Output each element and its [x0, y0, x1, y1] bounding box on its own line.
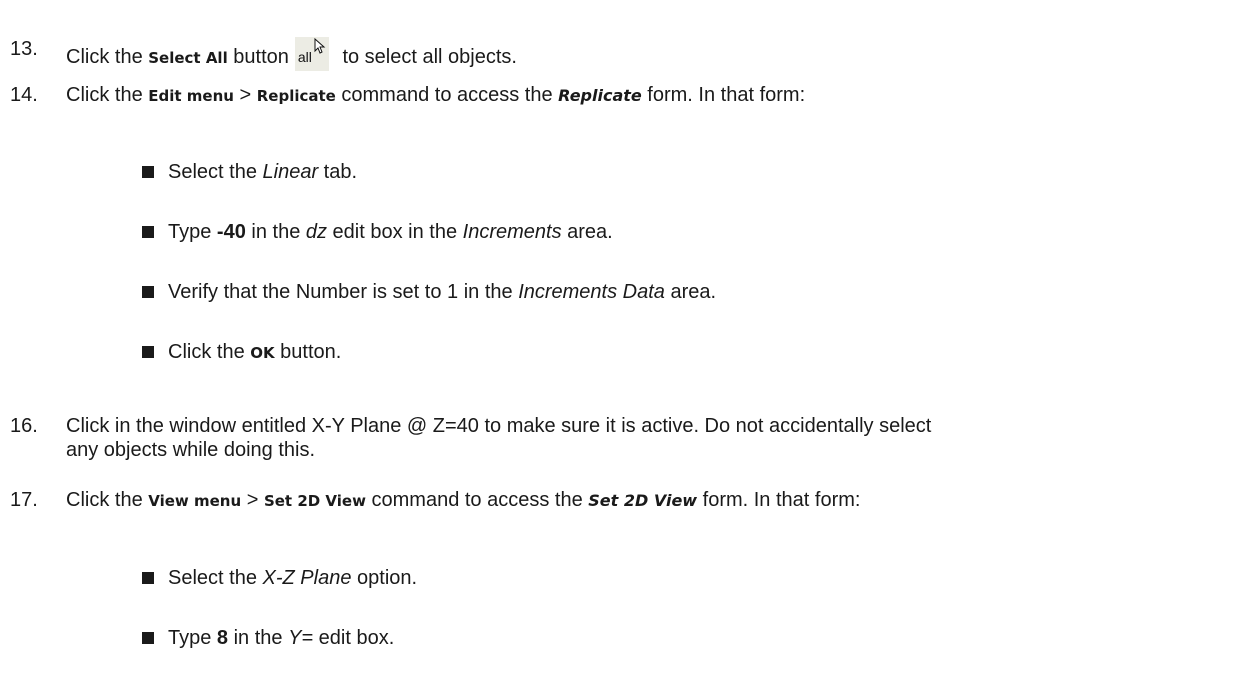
bullet-icon	[142, 166, 154, 178]
select-all-icon: all	[294, 37, 329, 71]
bullet-icon	[142, 632, 154, 644]
form-name: Replicate	[558, 86, 642, 105]
step-number: 17.	[10, 489, 38, 511]
step-13: 13. Click the Select All button all to se…	[0, 37, 1242, 77]
menu-name: View menu	[148, 492, 242, 510]
bullet-icon	[142, 572, 154, 584]
command-name: Select All	[148, 49, 228, 67]
command-name: Replicate	[256, 87, 336, 105]
menu-name: Edit menu	[148, 87, 234, 105]
step-number: 13.	[10, 38, 38, 60]
bullet-icon	[142, 346, 154, 358]
step-number: 14.	[10, 84, 38, 106]
step-number: 16.	[10, 415, 38, 437]
form-name: Set 2D View	[588, 491, 698, 510]
step-16: 16. Click in the window entitled X-Y Pla…	[10, 415, 932, 461]
bullet-icon	[142, 286, 154, 298]
command-name: Set 2D View	[263, 492, 366, 510]
bullet-icon	[142, 226, 154, 238]
